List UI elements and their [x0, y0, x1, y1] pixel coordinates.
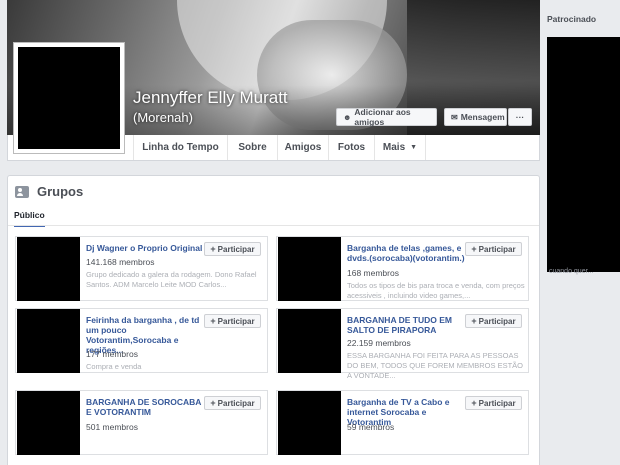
- join-label: Participar: [217, 244, 255, 254]
- group-thumbnail[interactable]: [17, 309, 80, 373]
- join-label: Participar: [478, 398, 516, 408]
- group-thumbnail[interactable]: [278, 237, 341, 301]
- group-card: BARGANHA DE TUDO EM SALTO DE PIRAPORA 22…: [276, 308, 529, 380]
- profile-picture[interactable]: [14, 43, 124, 153]
- plus-icon: +: [471, 398, 477, 408]
- group-member-count: 168 membros: [347, 268, 399, 278]
- join-group-button[interactable]: + Participar: [204, 242, 261, 256]
- join-label: Participar: [478, 316, 516, 326]
- add-friend-button[interactable]: ☻ Adicionar aos amigos: [336, 107, 437, 127]
- groups-icon: [15, 185, 29, 198]
- add-friend-icon: ☻: [343, 112, 352, 122]
- group-member-count: 177 membros: [86, 349, 138, 359]
- group-member-count: 59 membros: [347, 422, 395, 432]
- group-member-count: 501 membros: [86, 422, 138, 432]
- join-group-button[interactable]: + Participar: [465, 314, 522, 328]
- chevron-down-icon: ▼: [410, 144, 418, 151]
- group-card: Dj Wagner o Proprio Original 141.168 mem…: [15, 236, 268, 301]
- plus-icon: +: [471, 316, 477, 326]
- ellipsis-icon: ···: [515, 112, 525, 122]
- message-icon: ✉: [451, 112, 458, 122]
- group-card: BARGANHA DE SOROCABA E VOTORANTIM 501 me…: [15, 390, 268, 455]
- message-label: Mensagem: [460, 112, 505, 122]
- group-description: Compra e venda: [86, 362, 142, 371]
- plus-icon: +: [210, 244, 216, 254]
- nav-more[interactable]: Mais ▼: [374, 135, 426, 160]
- nav-timeline[interactable]: Linha do Tempo: [133, 135, 227, 160]
- join-group-button[interactable]: + Participar: [465, 242, 522, 256]
- plus-icon: +: [210, 316, 216, 326]
- join-label: Participar: [478, 244, 516, 254]
- join-group-button[interactable]: + Participar: [465, 396, 522, 410]
- join-group-button[interactable]: + Participar: [204, 314, 261, 328]
- sponsored-ad[interactable]: [547, 37, 620, 272]
- group-member-count: 22.159 membros: [347, 338, 411, 348]
- group-thumbnail[interactable]: [17, 237, 80, 301]
- more-options-button[interactable]: ···: [508, 108, 532, 126]
- groups-title[interactable]: Grupos: [37, 184, 83, 199]
- tab-divider: [8, 225, 539, 226]
- nav-friends[interactable]: Amigos: [277, 135, 328, 160]
- add-friend-label: Adicionar aos amigos: [354, 107, 411, 127]
- message-button[interactable]: ✉ Mensagem: [444, 108, 507, 126]
- group-description: Grupo dedicado a galera da rodagem. Dono…: [86, 270, 257, 289]
- join-group-button[interactable]: + Participar: [204, 396, 261, 410]
- group-card: Barganha de telas ,games, e dvds.(soroca…: [276, 236, 529, 301]
- profile-alternate-name: (Morenah): [133, 110, 193, 125]
- group-description: ESSA BARGANHA FOI FEITA PARA AS PESSOAS …: [347, 351, 523, 380]
- group-thumbnail[interactable]: [17, 391, 80, 455]
- groups-header: Grupos: [15, 184, 83, 199]
- group-name[interactable]: BARGANHA DE TUDO EM SALTO DE PIRAPORA: [347, 315, 467, 335]
- group-card: Barganha de TV a Cabo e internet Sorocab…: [276, 390, 529, 455]
- group-name[interactable]: Dj Wagner o Proprio Original: [86, 243, 206, 253]
- groups-panel: Grupos Público Dj Wagner o Proprio Origi…: [7, 175, 540, 465]
- nav-photos[interactable]: Fotos: [328, 135, 374, 160]
- nav-more-label: Mais: [382, 142, 406, 153]
- profile-name[interactable]: Jennyffer Elly Muratt: [133, 88, 288, 108]
- group-card: Feirinha da barganha , de td um pouco Vo…: [15, 308, 268, 373]
- group-thumbnail[interactable]: [278, 309, 341, 373]
- plus-icon: +: [471, 244, 477, 254]
- join-label: Participar: [217, 316, 255, 326]
- group-thumbnail[interactable]: [278, 391, 341, 455]
- plus-icon: +: [210, 398, 216, 408]
- group-name[interactable]: Barganha de telas ,games, e dvds.(soroca…: [347, 243, 467, 263]
- group-description: Todos os tipos de bis para troca e venda…: [347, 281, 525, 300]
- group-member-count: 141.168 membros: [86, 257, 155, 267]
- ad-caption: cuando quer...: [549, 268, 594, 275]
- nav-about[interactable]: Sobre: [227, 135, 277, 160]
- group-name[interactable]: BARGANHA DE SOROCABA E VOTORANTIM: [86, 397, 206, 417]
- sponsored-label: Patrocinado: [547, 14, 597, 24]
- join-label: Participar: [217, 398, 255, 408]
